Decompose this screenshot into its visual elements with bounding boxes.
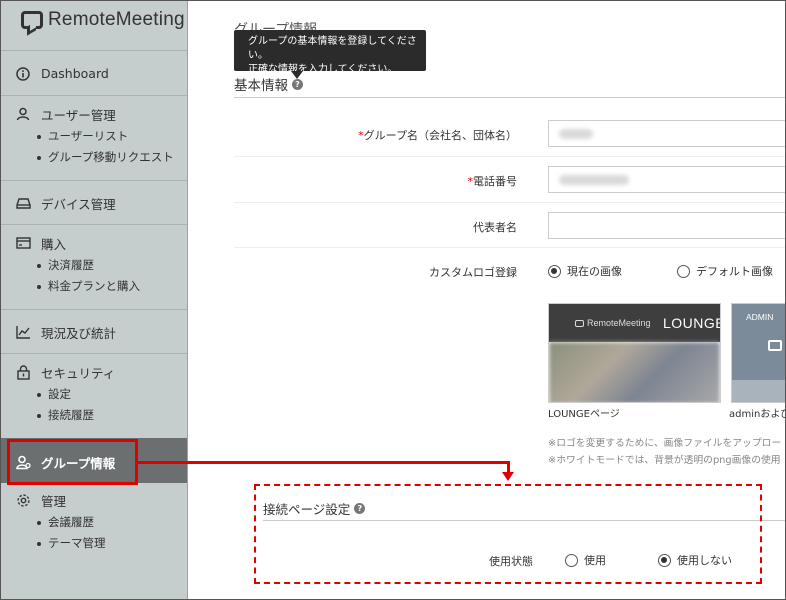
sidebar-item-device-management[interactable]: デバイス管理: [1, 181, 187, 225]
help-icon[interactable]: ?: [292, 78, 303, 90]
representative-label: 代表者名: [473, 221, 517, 234]
arrow-down-icon: [502, 472, 514, 481]
divider: [234, 97, 785, 98]
radio-default-image[interactable]: デフォルト画像: [677, 263, 773, 279]
row-divider: [234, 156, 785, 157]
sidebar-subitem-group-move-request[interactable]: グループ移動リクエスト: [1, 147, 187, 168]
info-icon: [15, 66, 31, 82]
radio-current-image[interactable]: 現在の画像: [548, 263, 622, 279]
sidebar-section-dashboard: Dashboard: [1, 50, 187, 96]
lounge-preview-caption: LOUNGEページ: [548, 409, 620, 420]
sidebar-subitem-theme-management[interactable]: テーマ管理: [1, 533, 187, 554]
logo-note: ※ロゴを変更するために、画像ファイルをアップロー: [548, 438, 782, 449]
sidebar-item-label: セキュリティ: [41, 365, 116, 381]
sidebar-item-label: デバイス管理: [41, 196, 116, 212]
sidebar-item-label: Dashboard: [41, 66, 109, 81]
phone-input[interactable]: [548, 166, 785, 193]
admin-preview-caption: adminおよび: [729, 409, 786, 420]
custom-logo-label: カスタムロゴ登録: [429, 266, 517, 279]
sidebar-section-purchase: 購入 決済履歴 料金プランと購入: [1, 224, 187, 309]
radio-unchecked-icon: [677, 264, 690, 278]
card-icon: [15, 235, 31, 251]
sidebar-item-label: 管理: [41, 493, 67, 509]
sidebar-subitem-access-history[interactable]: 接続履歴: [1, 405, 187, 426]
sidebar-item-stats[interactable]: 現況及び統計: [1, 310, 187, 354]
chart-icon: [15, 324, 31, 340]
sidebar-subitem-plan-purchase[interactable]: 料金プランと購入: [1, 276, 187, 297]
sidebar-item-user-management[interactable]: ユーザー管理: [1, 102, 187, 126]
radio-checked-icon: [548, 264, 561, 278]
preview-title: ADMIN: [746, 312, 774, 322]
highlight-box-group-info: [7, 439, 138, 485]
representative-input[interactable]: [548, 212, 785, 239]
user-icon: [15, 106, 31, 122]
sidebar-item-dashboard[interactable]: Dashboard: [1, 51, 187, 96]
row-divider: [234, 202, 785, 203]
sidebar-subitem-user-list[interactable]: ユーザーリスト: [1, 126, 187, 147]
row-divider: [234, 247, 785, 248]
sidebar-section-stats: 現況及び統計: [1, 309, 187, 354]
sidebar-subitem-settings[interactable]: 設定: [1, 384, 187, 405]
sidebar-section-security: セキュリティ 設定 接続履歴: [1, 353, 187, 438]
logo-icon: [768, 340, 782, 351]
lock-icon: [15, 364, 31, 380]
preview-logo: RemoteMeeting: [575, 318, 651, 328]
tooltip-line: グループの基本情報を登録してください。: [248, 36, 417, 61]
group-name-input[interactable]: [548, 120, 785, 147]
sidebar-section-users: ユーザー管理 ユーザーリスト グループ移動リクエスト: [1, 95, 187, 180]
sidebar-item-label: ユーザー管理: [41, 107, 116, 123]
help-tooltip: グループの基本情報を登録してください。 正確な情報を入力してください。: [234, 30, 426, 79]
annotation-arrow-line: [138, 461, 510, 464]
logo-text: RemoteMeeting: [48, 9, 185, 30]
window-frame: RemoteMeeting Dashboard ユーザー管理 ユーザーリスト グ…: [0, 0, 786, 600]
phone-label: *電話番号: [467, 175, 518, 188]
main-content: グループ情報 グループの基本情報を登録してください。 正確な情報を入力してくださ…: [189, 1, 786, 599]
highlight-box-connection-settings: [254, 484, 762, 584]
logo-note: ※ホワイトモードでは、背景が透明のpng画像の使用: [548, 455, 781, 466]
logo-icon: [21, 11, 43, 29]
sidebar-section-admin: 管理 会議履歴 テーマ管理: [1, 483, 187, 554]
gear-icon: [15, 492, 31, 508]
sidebar-item-admin[interactable]: 管理: [1, 488, 187, 512]
sidebar-item-label: 現況及び統計: [41, 325, 117, 341]
basic-info-title: 基本情報 ?: [234, 74, 303, 94]
app-logo[interactable]: RemoteMeeting: [21, 9, 185, 31]
sidebar-item-purchase[interactable]: 購入: [1, 231, 187, 255]
sidebar: RemoteMeeting Dashboard ユーザー管理 ユーザーリスト グ…: [1, 1, 188, 599]
lounge-logo-preview: RemoteMeeting LOUNGE: [548, 303, 721, 403]
device-icon: [15, 195, 31, 211]
sidebar-subitem-meeting-history[interactable]: 会議履歴: [1, 512, 187, 533]
sidebar-section-devices: デバイス管理: [1, 180, 187, 225]
admin-logo-preview: ADMIN: [731, 303, 785, 403]
sidebar-item-security[interactable]: セキュリティ: [1, 360, 187, 384]
preview-title: LOUNGE: [663, 315, 721, 331]
sidebar-item-label: 購入: [41, 236, 67, 252]
sidebar-subitem-payment-history[interactable]: 決済履歴: [1, 255, 187, 276]
group-name-label: *グループ名（会社名、団体名）: [358, 129, 517, 142]
